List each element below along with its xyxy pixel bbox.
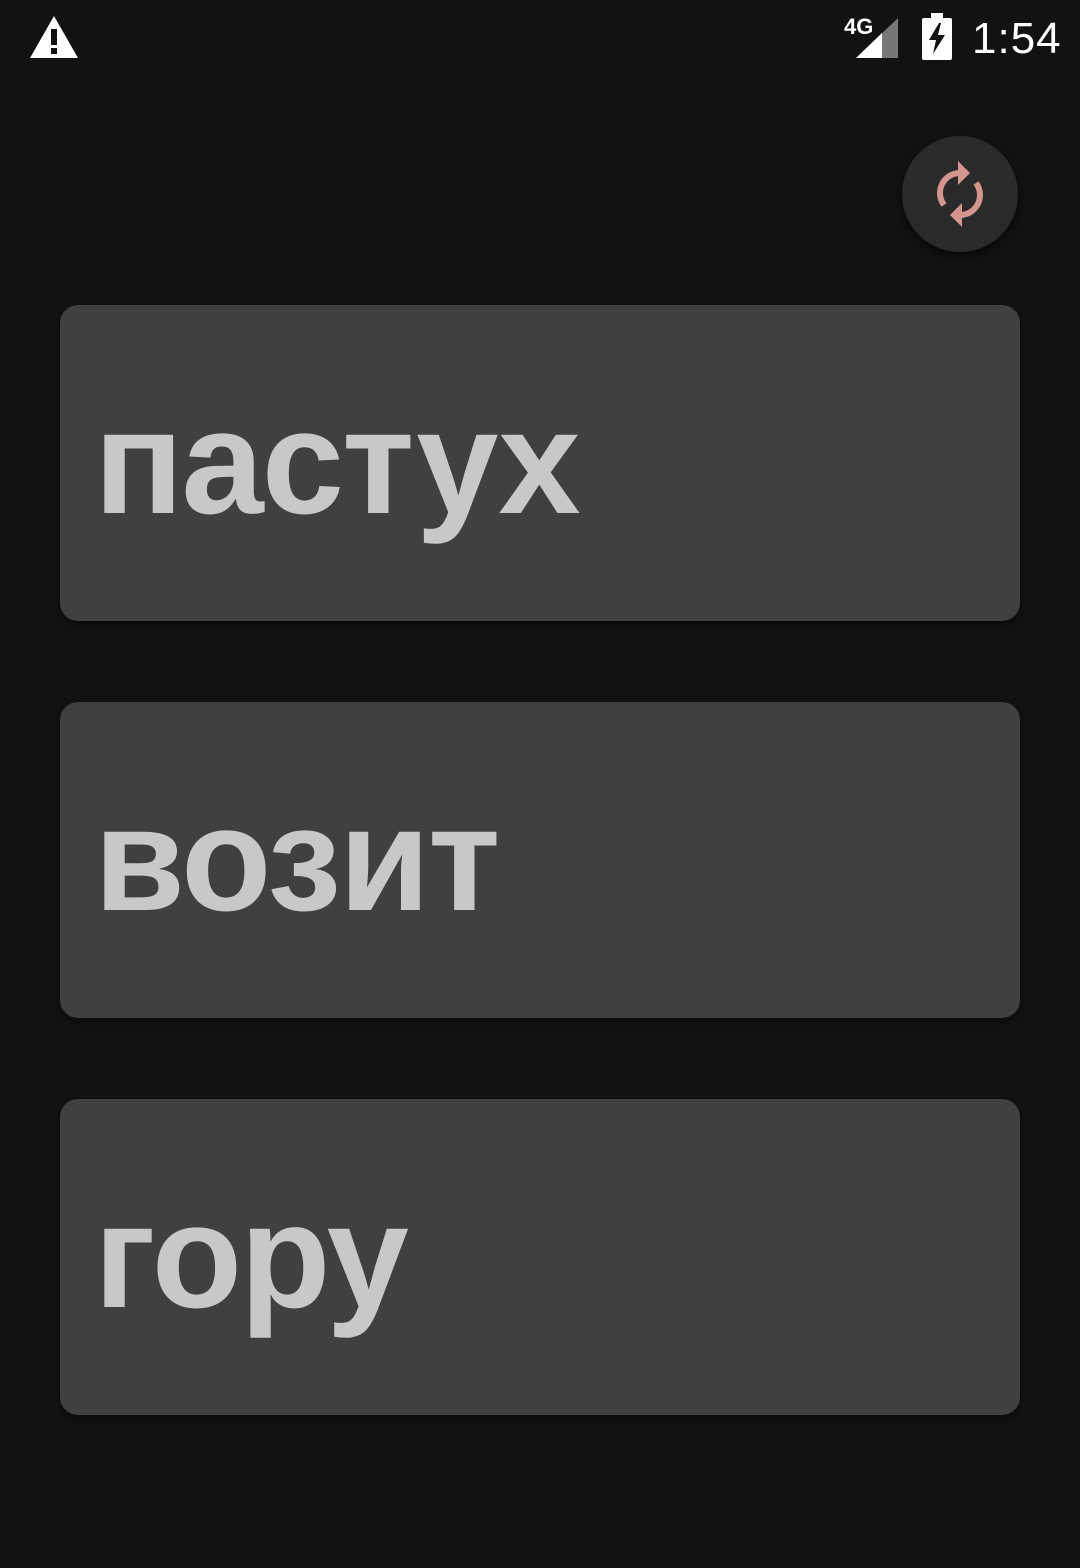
word-card[interactable]: гору (60, 1099, 1020, 1415)
word-card[interactable]: возит (60, 702, 1020, 1018)
refresh-button[interactable] (902, 136, 1018, 252)
signal-icon: 4G (844, 14, 898, 58)
word-card[interactable]: пастух (60, 305, 1020, 621)
word-card-text: пастух (94, 380, 581, 545)
refresh-icon (937, 161, 983, 227)
warning-icon (30, 16, 78, 58)
network-type-label: 4G (844, 14, 873, 39)
battery-charging-icon (922, 13, 952, 60)
word-card-text: гору (94, 1174, 409, 1339)
status-bar: 4G 1:54 (0, 0, 1080, 80)
status-time: 1:54 (972, 14, 1062, 63)
word-card-text: возит (94, 777, 501, 942)
